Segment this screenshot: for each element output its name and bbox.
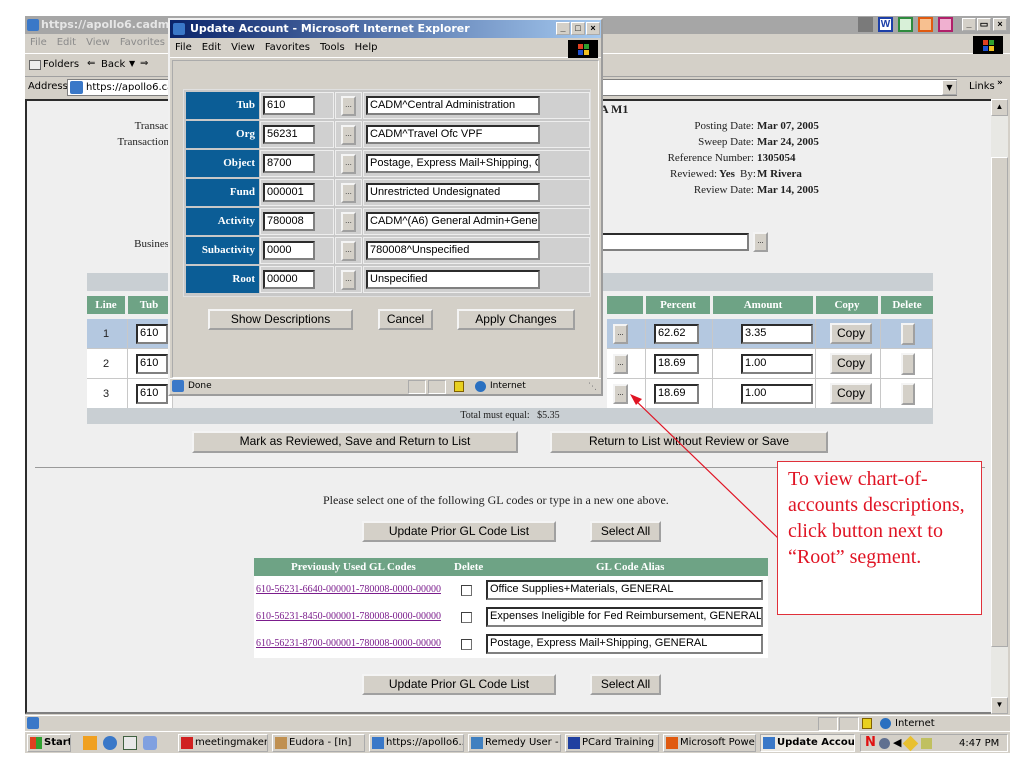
- taskbar: Start meetingmaker... Eudora - [In] http…: [25, 731, 1010, 753]
- annotation-arrow: [630, 394, 781, 541]
- show-desktop-icon[interactable]: [123, 736, 137, 750]
- taskbar-item[interactable]: meetingmaker...: [178, 734, 268, 752]
- task-app-icon: [471, 737, 483, 749]
- taskbar-item-label: Update Accou...: [777, 737, 855, 748]
- start-label: Start: [44, 737, 71, 748]
- taskbar-item[interactable]: Remedy User - ...: [468, 734, 561, 752]
- taskbar-item[interactable]: https://apollo6....: [369, 734, 464, 752]
- task-app-icon: [666, 737, 678, 749]
- ie-quicklaunch-icon[interactable]: [103, 736, 117, 750]
- outlook-icon[interactable]: [143, 736, 157, 750]
- task-app-icon: [763, 737, 775, 749]
- windows-flag-icon: [30, 737, 42, 749]
- task-app-icon: [181, 737, 193, 749]
- taskbar-item-label: meetingmaker...: [195, 737, 268, 748]
- clock: 4:47 PM: [959, 738, 1000, 749]
- volume-icon[interactable]: ◀: [893, 736, 901, 749]
- tray-app-icon[interactable]: [902, 735, 919, 752]
- start-button[interactable]: Start: [27, 734, 71, 752]
- task-app-icon: [568, 737, 580, 749]
- taskbar-item-label: Microsoft Powe...: [680, 737, 756, 748]
- annotation-callout: To view chart-of-accounts descriptions, …: [777, 461, 982, 615]
- task-app-icon: [275, 737, 287, 749]
- taskbar-item-label: Eudora - [In]: [289, 737, 352, 748]
- taskbar-item[interactable]: Eudora - [In]: [272, 734, 365, 752]
- system-tray: N ◀ 4:47 PM: [860, 734, 1008, 752]
- taskbar-item[interactable]: Update Accou...: [760, 734, 855, 752]
- taskbar-item-label: PCard Training ...: [582, 737, 659, 748]
- taskbar-item-label: Remedy User - ...: [485, 737, 560, 748]
- tray-app-icon-2[interactable]: [921, 738, 932, 749]
- network-icon[interactable]: [879, 738, 890, 749]
- media-player-icon[interactable]: [83, 736, 97, 750]
- task-app-icon: [372, 737, 384, 749]
- norton-icon[interactable]: N: [865, 735, 876, 750]
- taskbar-item[interactable]: Microsoft Powe...: [663, 734, 756, 752]
- taskbar-item[interactable]: PCard Training ...: [565, 734, 659, 752]
- taskbar-item-label: https://apollo6....: [386, 737, 464, 748]
